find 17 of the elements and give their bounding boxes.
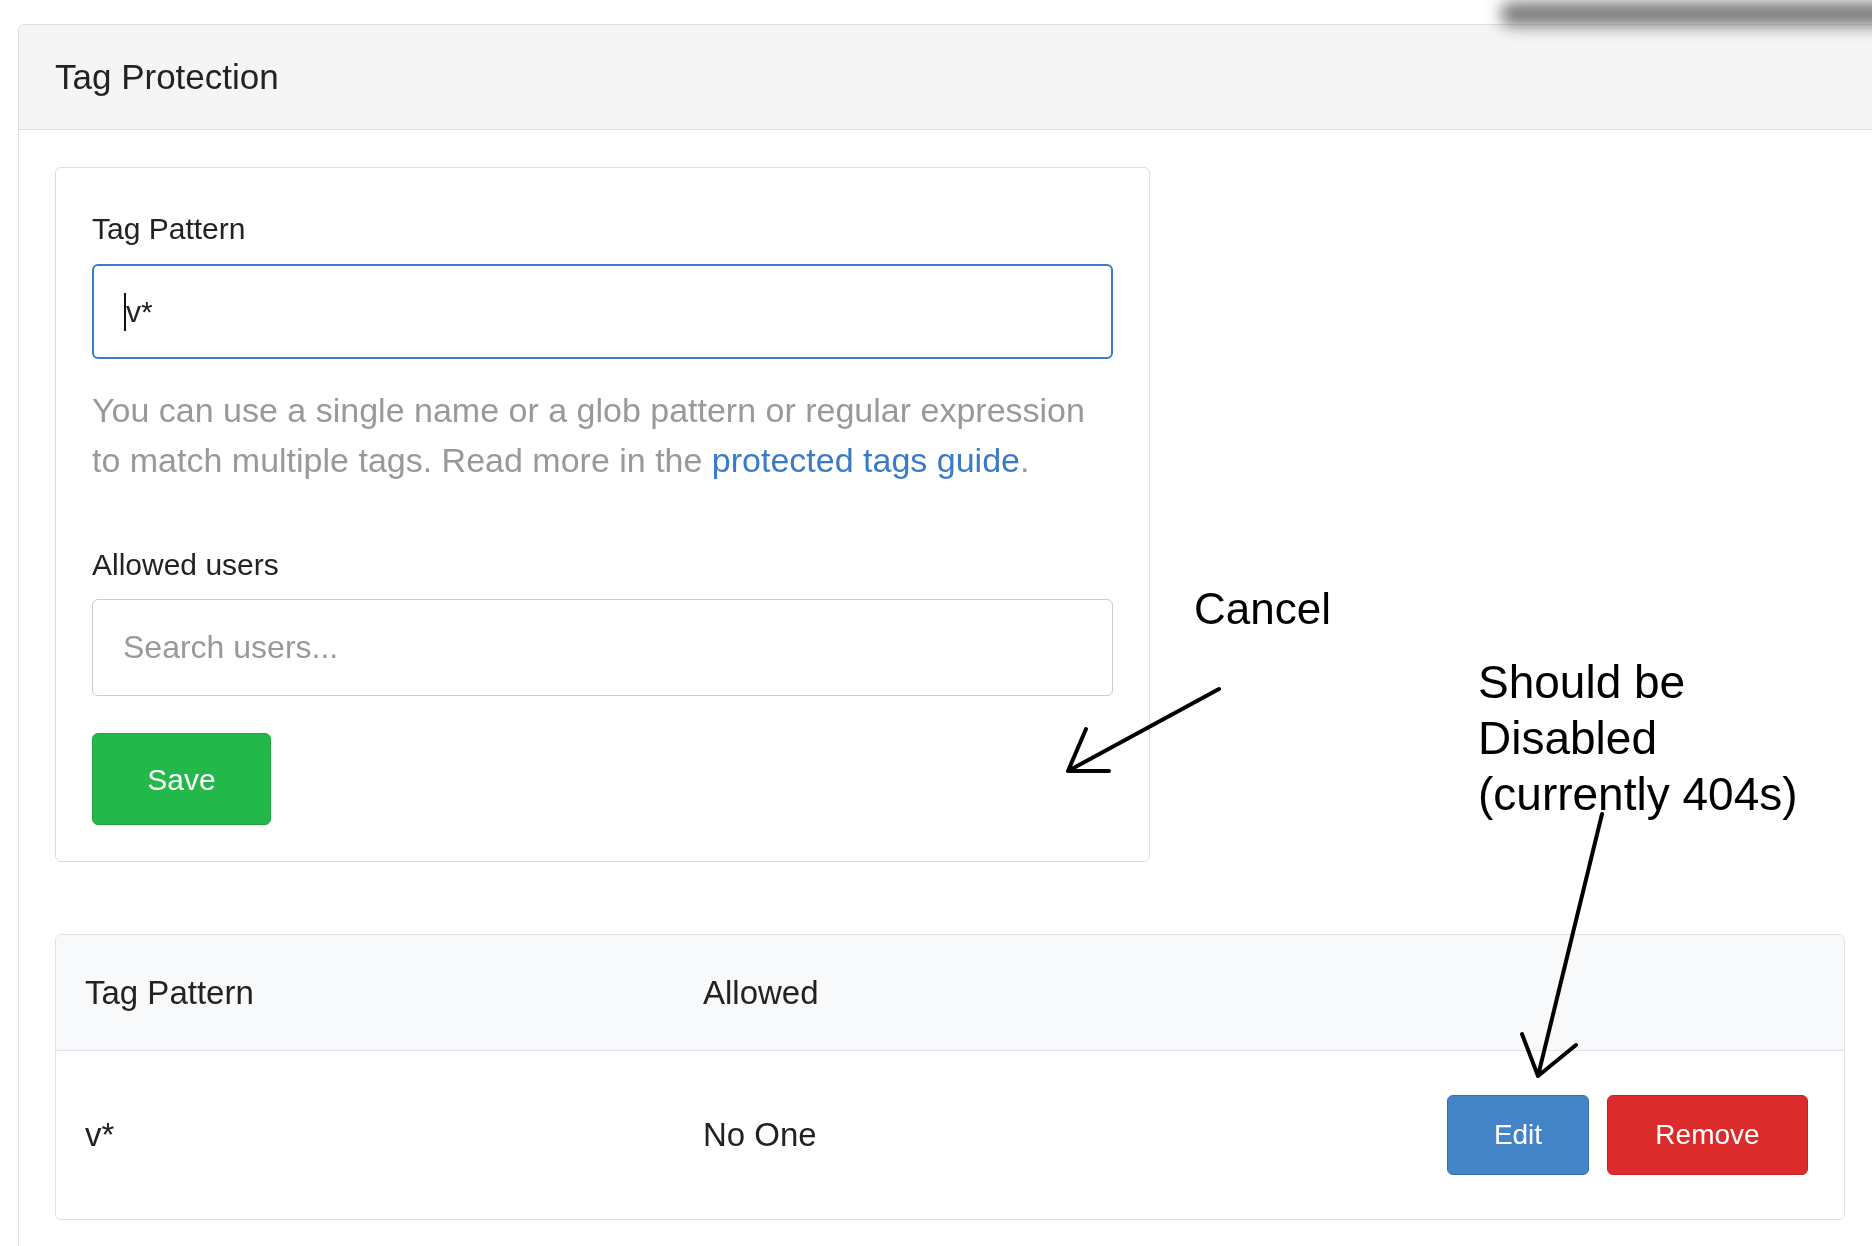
help-text: You can use a single name or a glob pattern or regular expression to match multiple tags. Read more in the protected tags guide. <box>92 390 1086 481</box>
text-cursor <box>124 292 126 331</box>
guide-link[interactable]: protected tags guide <box>711 441 1020 479</box>
field-label: Tag Pattern <box>92 211 246 247</box>
user-search-input[interactable]: Search users... <box>92 599 1113 696</box>
remove-button[interactable]: Remove <box>1607 1095 1808 1175</box>
annotation-text: Cancel <box>1194 587 1331 631</box>
panel-title: Tag Protection <box>55 55 279 98</box>
field-label: Allowed users <box>92 547 279 583</box>
save-button[interactable]: Save <box>92 733 271 825</box>
tag-pattern-input[interactable]: v* <box>92 264 1113 359</box>
table-cell-text: No One <box>703 1115 817 1156</box>
table-cell-text: v* <box>85 1115 115 1156</box>
edit-button[interactable]: Edit <box>1447 1095 1589 1175</box>
column-header: Allowed <box>703 972 819 1013</box>
annotation-text: Should be Disabled (currently 404s) <box>1478 655 1799 822</box>
column-header: Tag Pattern <box>85 972 254 1013</box>
